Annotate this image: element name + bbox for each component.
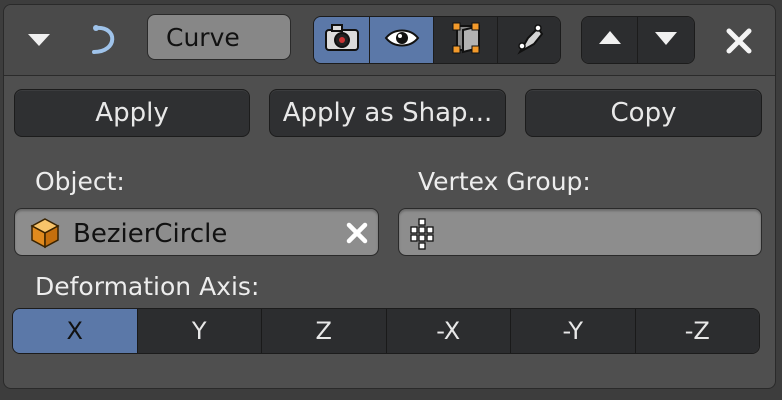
axis-option-label: Z <box>315 317 332 345</box>
modifier-name-field[interactable]: Curve <box>147 14 291 60</box>
move-buttons-group <box>581 16 695 64</box>
vertex-group-label: Vertex Group: <box>418 167 591 196</box>
render-toggle[interactable] <box>314 17 370 63</box>
apply-as-shape-button[interactable]: Apply as Shap... <box>269 89 506 137</box>
clear-object-icon[interactable] <box>345 221 369 249</box>
axis-option-neg-z[interactable]: -Z <box>634 309 759 353</box>
on-cage-icon <box>512 20 546 60</box>
deformation-axis-selector: X Y Z -X -Y -Z <box>12 308 760 354</box>
axis-option-label: -Z <box>684 317 710 345</box>
object-field-value: BezierCircle <box>73 219 228 249</box>
object-field[interactable]: BezierCircle <box>14 208 379 256</box>
object-label: Object: <box>35 167 125 196</box>
move-up-icon <box>597 29 623 51</box>
camera-render-icon <box>323 21 361 59</box>
vertex-group-field[interactable] <box>398 208 762 256</box>
modifier-name-text: Curve <box>166 22 240 52</box>
object-cube-icon <box>29 217 61 253</box>
chevron-down-icon[interactable] <box>26 28 52 50</box>
eye-viewport-icon <box>384 26 420 54</box>
move-down-button[interactable] <box>638 17 694 63</box>
axis-option-label: Y <box>191 317 207 345</box>
move-down-icon <box>653 29 679 51</box>
axis-option-z[interactable]: Z <box>261 309 386 353</box>
axis-option-x[interactable]: X <box>13 309 137 353</box>
axis-option-label: -Y <box>562 317 583 345</box>
visibility-toggle-group <box>313 16 561 64</box>
axis-option-label: X <box>66 317 83 345</box>
on-cage-toggle[interactable] <box>498 17 560 63</box>
vertex-group-icon <box>409 217 443 255</box>
copy-button-label: Copy <box>610 98 677 128</box>
apply-button[interactable]: Apply <box>14 89 250 137</box>
viewport-toggle[interactable] <box>370 17 434 63</box>
axis-option-y[interactable]: Y <box>136 309 261 353</box>
curve-modifier-icon <box>88 22 122 58</box>
axis-option-neg-y[interactable]: -Y <box>510 309 635 353</box>
edit-mode-cage-icon <box>449 20 483 60</box>
axis-option-neg-x[interactable]: -X <box>385 309 510 353</box>
copy-button[interactable]: Copy <box>525 89 762 137</box>
deformation-axis-label: Deformation Axis: <box>35 272 260 301</box>
move-up-button[interactable] <box>582 17 638 63</box>
axis-option-label: -X <box>436 317 461 345</box>
close-icon[interactable] <box>724 26 754 56</box>
apply-as-shape-button-label: Apply as Shap... <box>282 98 493 128</box>
edit-mode-toggle[interactable] <box>434 17 498 63</box>
apply-button-label: Apply <box>95 98 169 128</box>
